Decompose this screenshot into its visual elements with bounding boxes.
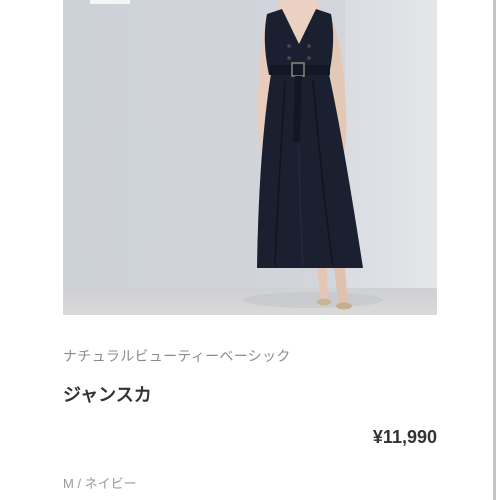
dress-belt bbox=[270, 65, 330, 75]
product-brand: ナチュラルビューティーベーシック bbox=[63, 348, 291, 364]
product-card[interactable]: ナチュラルビューティーベーシック ジャンスカ ¥11,990 M / ネイビー bbox=[0, 0, 500, 500]
model-left-shoe bbox=[317, 298, 331, 306]
product-variant: M / ネイビー bbox=[63, 476, 137, 491]
product-photo-image bbox=[63, 0, 437, 315]
product-photo[interactable] bbox=[63, 0, 437, 315]
model-right-shoe bbox=[336, 302, 352, 310]
photo-overlay-tab bbox=[90, 0, 130, 4]
product-price: ¥11,990 bbox=[372, 427, 437, 447]
scrollbar[interactable] bbox=[493, 0, 496, 500]
product-name: ジャンスカ bbox=[63, 385, 152, 405]
